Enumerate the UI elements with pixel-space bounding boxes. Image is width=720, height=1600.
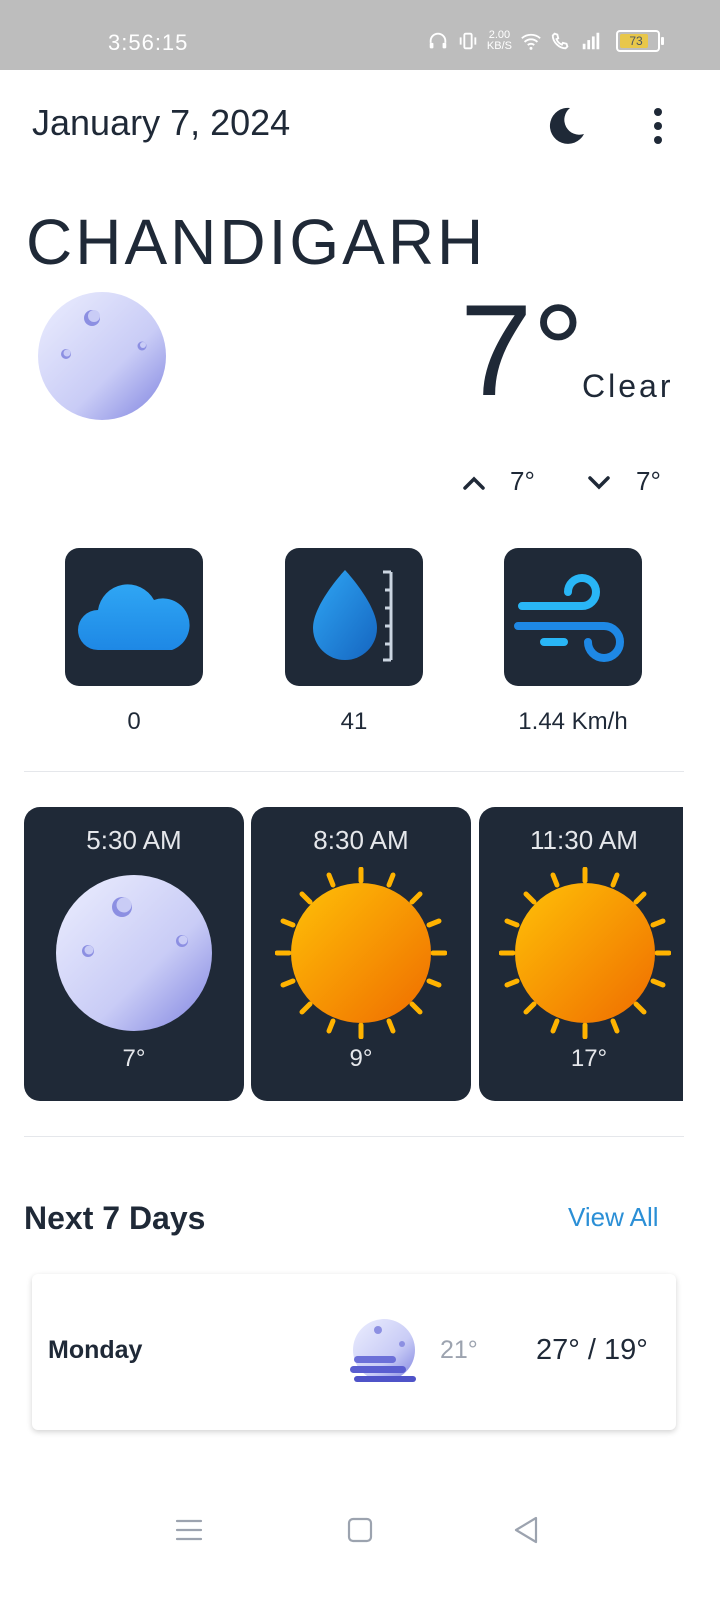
more-vertical-icon[interactable] [648, 104, 668, 148]
sun-icon [275, 867, 447, 1039]
system-nav-bar [0, 1470, 720, 1600]
battery-indicator: 73 [616, 30, 664, 52]
low-temperature: 7° [636, 466, 661, 496]
current-temperature: 7° [460, 277, 585, 423]
forecast-temp-range: 27° / 19° [536, 1334, 648, 1366]
forecast-day-card[interactable]: Monday 21° 27° / 19° [32, 1274, 676, 1430]
network-speed: 2.00 KB/S [487, 30, 512, 52]
divider [24, 771, 684, 772]
foggy-moon-icon [350, 1319, 416, 1382]
chevron-up-icon [463, 476, 485, 490]
chevron-down-icon [588, 476, 610, 490]
sun-icon [499, 867, 671, 1039]
hourly-card[interactable]: 8:30 AM 9° [251, 807, 471, 1101]
wifi-icon [521, 33, 541, 50]
battery-level: 73 [629, 34, 643, 48]
hourly-temperature: 17° [570, 1045, 608, 1072]
wind-icon [514, 574, 624, 662]
status-bar: 3:56:15 2.00 KB/S 73 [0, 0, 720, 70]
humidity-drop-icon [313, 570, 393, 662]
cloud-icon [78, 584, 190, 650]
back-icon[interactable] [506, 1510, 546, 1550]
vibrate-icon [459, 32, 477, 50]
high-temperature: 7° [510, 466, 535, 496]
moon-icon[interactable] [544, 104, 588, 148]
hourly-time: 11:30 AM [530, 825, 638, 855]
status-time: 3:56:15 [108, 30, 189, 55]
speed-unit: KB/S [486, 40, 512, 52]
moon-icon [56, 875, 212, 1031]
forecast-feels-like: 21° [440, 1336, 478, 1364]
divider [24, 1136, 684, 1137]
home-icon[interactable] [340, 1510, 380, 1550]
header-date: January 7, 2024 [32, 102, 291, 143]
cloud-value: 0 [127, 708, 141, 735]
hourly-temperature: 7° [122, 1045, 146, 1072]
humidity-stat-box [285, 548, 423, 686]
forecast-day-name: Monday [48, 1336, 143, 1364]
humidity-value: 41 [340, 708, 368, 735]
hourly-card[interactable]: 5:30 AM 7° [24, 807, 244, 1101]
hourly-time: 8:30 AM [313, 825, 409, 855]
status-icons: 2.00 KB/S 73 [427, 30, 664, 52]
recent-apps-icon[interactable] [169, 1510, 209, 1550]
signal-icon [582, 32, 600, 50]
cloud-stat-box [65, 548, 203, 686]
wifi-call-icon [551, 32, 569, 50]
section-title: Next 7 Days [24, 1200, 206, 1236]
headphones-icon [429, 32, 447, 49]
city-name: CHANDIGARH [26, 206, 487, 278]
hourly-card[interactable]: 11:30 AM 17° [479, 807, 683, 1101]
wind-stat-box [504, 548, 642, 686]
view-all-link[interactable]: View All [568, 1202, 659, 1233]
moon-icon [38, 292, 166, 420]
wind-value: 1.44 Km/h [518, 708, 628, 735]
weather-condition: Clear [582, 368, 674, 404]
hourly-time: 5:30 AM [86, 825, 182, 855]
hourly-temperature: 9° [349, 1045, 373, 1072]
